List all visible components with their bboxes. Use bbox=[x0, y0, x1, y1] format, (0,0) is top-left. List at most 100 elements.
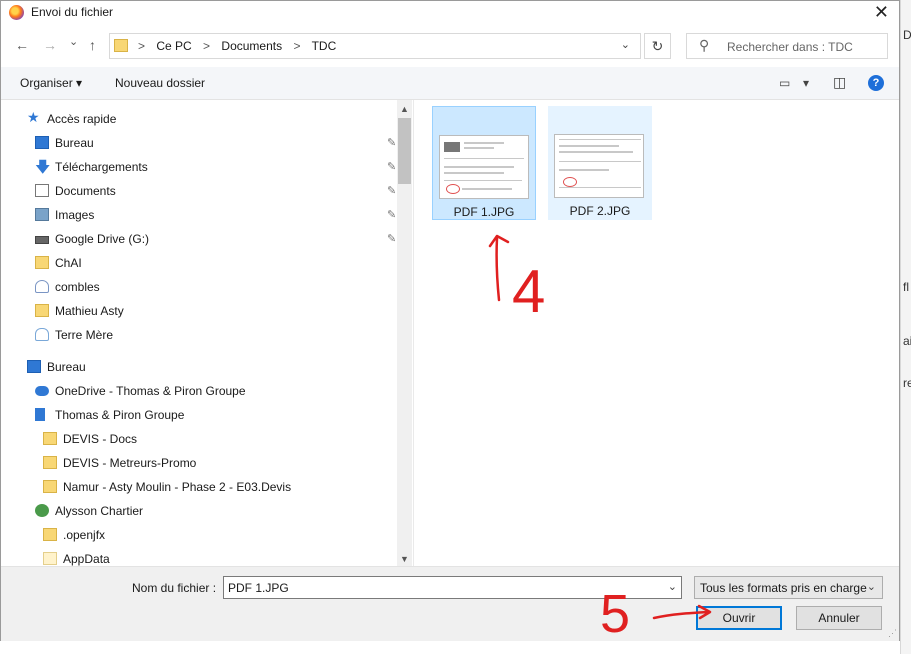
breadcrumb-separator: > bbox=[203, 39, 211, 53]
chevron-down-icon[interactable]: ⌄ bbox=[668, 580, 677, 593]
filetype-value: Tous les formats pris en charge bbox=[700, 581, 867, 595]
breadcrumb-item-tdc[interactable]: TDC bbox=[312, 39, 337, 53]
organize-button[interactable]: Organiser ▾ bbox=[20, 76, 82, 90]
search-placeholder: Rechercher dans : TDC bbox=[727, 40, 853, 54]
folder-icon bbox=[43, 456, 57, 469]
background-text: aid bbox=[903, 334, 911, 348]
folder-icon bbox=[43, 552, 57, 565]
refresh-button[interactable]: ↻ bbox=[644, 33, 671, 59]
sidebar-item-label: OneDrive - Thomas & Piron Groupe bbox=[55, 384, 246, 398]
sidebar-item-label: AppData bbox=[63, 552, 110, 566]
forward-arrow-icon[interactable]: → bbox=[43, 37, 57, 53]
pin-icon: ✎ bbox=[387, 233, 397, 245]
sidebar-item-label: Documents bbox=[55, 184, 116, 198]
file-thumbnail bbox=[554, 134, 644, 198]
sidebar-item-label: Thomas & Piron Groupe bbox=[55, 408, 185, 422]
recent-locations-icon[interactable]: ⌄ bbox=[69, 35, 78, 48]
folder-icon bbox=[43, 480, 57, 493]
file-list: PDF 1.JPG PDF 2.JPG bbox=[413, 100, 900, 566]
new-folder-button[interactable]: Nouveau dossier bbox=[115, 76, 205, 90]
chevron-down-icon: ⌄ bbox=[866, 581, 876, 593]
help-icon[interactable]: ? bbox=[868, 75, 884, 91]
pin-icon: ✎ bbox=[387, 185, 397, 197]
search-icon: ⚲ bbox=[699, 37, 710, 53]
up-arrow-icon[interactable]: ↑ bbox=[89, 37, 96, 53]
close-icon[interactable]: ✕ bbox=[874, 2, 889, 23]
sidebar-item-label: Alysson Chartier bbox=[55, 504, 144, 518]
filename-input[interactable]: PDF 1.JPG ⌄ bbox=[223, 576, 682, 599]
desktop-icon bbox=[27, 360, 41, 373]
file-item-pdf-2[interactable]: PDF 2.JPG bbox=[548, 106, 652, 220]
cloud-icon bbox=[35, 386, 49, 396]
background-text: fl bbox=[903, 280, 909, 294]
filename-value: PDF 1.JPG bbox=[228, 581, 289, 595]
back-arrow-icon[interactable]: ← bbox=[15, 37, 29, 53]
title-bar: Envoi du fichier ✕ bbox=[1, 1, 899, 25]
view-icon[interactable]: ▭ bbox=[779, 76, 790, 90]
sidebar-item-label: Namur - Asty Moulin - Phase 2 - E03.Devi… bbox=[63, 480, 292, 494]
file-item-pdf-1[interactable]: PDF 1.JPG bbox=[432, 106, 536, 220]
sidebar-item-label: DEVIS - Docs bbox=[63, 432, 138, 446]
pin-icon: ✎ bbox=[387, 161, 397, 173]
scrollbar-thumb[interactable] bbox=[398, 118, 411, 184]
star-icon: ★ bbox=[27, 109, 40, 125]
background-window: D fl aid re bbox=[900, 0, 911, 654]
cancel-button[interactable]: Annuler bbox=[796, 606, 882, 630]
file-name: PDF 2.JPG bbox=[569, 204, 631, 218]
dialog-footer: Nom du fichier : PDF 1.JPG ⌄ Tous les fo… bbox=[1, 566, 899, 641]
folder-icon bbox=[35, 280, 49, 293]
filename-label: Nom du fichier : bbox=[132, 581, 217, 595]
firefox-icon bbox=[9, 5, 24, 20]
resize-grip-icon[interactable]: ⋰ bbox=[888, 628, 897, 639]
building-icon bbox=[35, 408, 45, 421]
file-name: PDF 1.JPG bbox=[453, 205, 515, 219]
sidebar-item-label: Bureau bbox=[47, 360, 86, 374]
sidebar-item-label: Bureau bbox=[55, 136, 94, 150]
scroll-down-icon[interactable]: ▼ bbox=[400, 554, 409, 564]
folder-icon bbox=[43, 528, 57, 541]
refresh-icon: ↻ bbox=[651, 38, 664, 54]
filetype-select[interactable]: Tous les formats pris en charge ⌄ bbox=[694, 576, 883, 599]
sidebar-item-label: Images bbox=[55, 208, 95, 222]
chevron-down-icon[interactable]: ⌄ bbox=[621, 38, 630, 51]
sidebar-item-label: Google Drive (G:) bbox=[55, 232, 150, 246]
sidebar-item-label: Téléchargements bbox=[55, 160, 148, 174]
sidebar-item-label: DEVIS - Metreurs-Promo bbox=[63, 456, 197, 470]
breadcrumb-item-documents[interactable]: Documents bbox=[221, 39, 282, 53]
file-upload-dialog: Envoi du fichier ✕ ← → ⌄ ↑ > Ce PC > Doc… bbox=[0, 0, 900, 641]
command-bar: Organiser ▾ Nouveau dossier ▭ ▾ ◫ ? bbox=[1, 67, 899, 100]
open-button[interactable]: Ouvrir bbox=[696, 606, 782, 630]
search-input[interactable]: ⚲ Rechercher dans : TDC bbox=[686, 33, 888, 59]
navigation-pane: ★ Accès rapide Bureau ✎ 🡇 Téléchargement… bbox=[1, 100, 413, 566]
sidebar-item-label: Mathieu Asty bbox=[55, 304, 124, 318]
folder-icon bbox=[35, 328, 49, 341]
sidebar-item-label: .openjfx bbox=[63, 528, 106, 542]
folder-icon bbox=[43, 432, 57, 445]
user-icon bbox=[35, 504, 49, 517]
pin-icon: ✎ bbox=[387, 137, 397, 149]
breadcrumb-item-ce-pc[interactable]: Ce PC bbox=[156, 39, 191, 53]
folder-icon bbox=[114, 39, 128, 52]
background-text: re bbox=[903, 376, 911, 390]
sidebar-item-label: Accès rapide bbox=[47, 112, 117, 126]
documents-icon bbox=[35, 184, 49, 197]
chevron-down-icon: ▾ bbox=[76, 76, 83, 90]
organize-label: Organiser bbox=[20, 76, 73, 90]
breadcrumb-separator: > bbox=[138, 39, 146, 53]
file-thumbnail bbox=[439, 135, 529, 199]
drive-icon bbox=[35, 236, 49, 244]
sidebar-item-label: Terre Mère bbox=[55, 328, 114, 342]
desktop-icon bbox=[35, 136, 49, 149]
sidebar-item-label: ChAI bbox=[55, 256, 82, 270]
sidebar-scrollbar[interactable]: ▲ ▼ bbox=[397, 100, 412, 566]
window-title: Envoi du fichier bbox=[31, 5, 114, 19]
download-icon: 🡇 bbox=[35, 159, 51, 176]
address-bar[interactable]: > Ce PC > Documents > TDC ⌄ bbox=[109, 33, 641, 59]
breadcrumb: > Ce PC > Documents > TDC bbox=[138, 39, 344, 53]
folder-icon bbox=[35, 304, 49, 317]
sidebar-item-label: combles bbox=[55, 280, 100, 294]
navigation-bar: ← → ⌄ ↑ > Ce PC > Documents > TDC ⌄ ↻ ⚲ … bbox=[1, 29, 899, 63]
scroll-up-icon[interactable]: ▲ bbox=[400, 104, 409, 114]
chevron-down-icon[interactable]: ▾ bbox=[803, 76, 809, 90]
preview-pane-icon[interactable]: ◫ bbox=[833, 74, 846, 91]
